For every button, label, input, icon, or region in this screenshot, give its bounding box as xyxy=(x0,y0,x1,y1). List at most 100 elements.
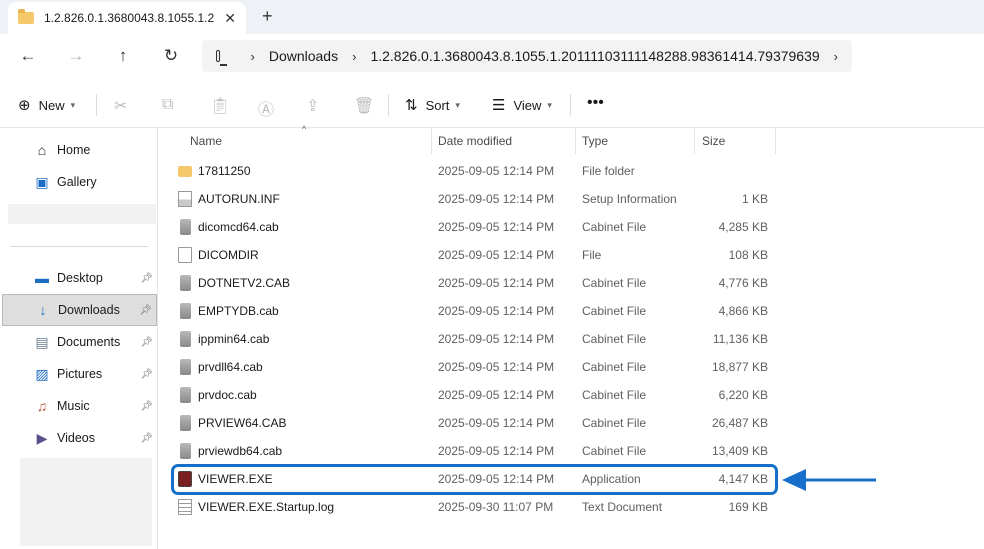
file-size: 6,220 KB xyxy=(718,388,768,402)
column-divider[interactable] xyxy=(775,128,776,154)
file-row[interactable]: PRVIEW64.CAB 2025-09-05 12:14 PM Cabinet F… xyxy=(170,409,776,437)
pin-icon[interactable]: 📌︎ xyxy=(140,337,153,348)
rename-icon[interactable]: Ⓐ xyxy=(258,96,274,120)
column-header-type[interactable]: Type xyxy=(582,128,692,154)
file-date-modified: 2025-09-05 12:14 PM xyxy=(438,304,555,318)
chevron-down-icon: ▾ xyxy=(455,99,460,110)
file-row[interactable]: DOTNETV2.CAB 2025-09-05 12:14 PM Cabinet F… xyxy=(170,269,776,297)
file-type: Cabinet File xyxy=(582,332,647,346)
sidebar-item-music[interactable]: ♫ Music 📌︎ xyxy=(2,390,157,422)
home-icon: ⌂ xyxy=(37,142,47,158)
sort-button[interactable]: ⇅ Sort ▾ xyxy=(405,96,460,114)
sidebar-item-gallery[interactable]: ▣ Gallery xyxy=(2,166,157,198)
file-type: Cabinet File xyxy=(582,304,647,318)
column-divider[interactable] xyxy=(694,128,695,154)
tab-current-folder[interactable]: 1.2.826.0.1.3680043.8.1055.1.20 ✕ xyxy=(8,2,246,34)
file-date-modified: 2025-09-30 11:07 PM xyxy=(438,500,554,514)
chevron-right-icon[interactable]: › xyxy=(250,49,254,64)
toolbar-divider xyxy=(570,94,571,116)
cabinet-file-icon xyxy=(180,415,191,431)
more-options-icon[interactable]: ••• xyxy=(587,94,604,112)
column-header-size[interactable]: Size xyxy=(702,128,772,154)
sidebar-item-label: Music xyxy=(57,399,90,413)
file-row[interactable]: dicomcd64.cab 2025-09-05 12:14 PM Cabinet … xyxy=(170,213,776,241)
blurred-items xyxy=(20,458,152,546)
up-arrow-icon[interactable]: ↑ xyxy=(111,44,135,68)
file-date-modified: 2025-09-05 12:14 PM xyxy=(438,164,555,178)
toolbar-divider xyxy=(96,94,97,116)
file-row[interactable]: prvdll64.cab 2025-09-05 12:14 PM Cabinet F… xyxy=(170,353,776,381)
file-row[interactable]: AUTORUN.INF 2025-09-05 12:14 PM Setup Info… xyxy=(170,185,776,213)
pin-icon[interactable]: 📌︎ xyxy=(139,305,152,316)
sidebar-item-home[interactable]: ⌂ Home xyxy=(2,134,157,166)
new-button[interactable]: ⊕ New ▾ xyxy=(18,96,75,114)
column-header-name[interactable]: Name xyxy=(190,128,430,154)
file-name: prvdoc.cab xyxy=(198,388,257,402)
file-name: ippmin64.cab xyxy=(198,332,270,346)
column-header-date-modified[interactable]: Date modified xyxy=(438,128,573,154)
view-button[interactable]: ☰ View ▾ xyxy=(492,96,552,114)
file-row[interactable]: prvdoc.cab 2025-09-05 12:14 PM Cabinet Fil… xyxy=(170,381,776,409)
breadcrumb-current-folder[interactable]: 1.2.826.0.1.3680043.8.1055.1.20111103111… xyxy=(370,48,819,64)
sidebar-divider xyxy=(10,246,148,247)
music-icon: ♫ xyxy=(36,398,48,414)
sidebar-item-downloads[interactable]: ↓ Downloads 📌︎ xyxy=(2,294,157,326)
cut-icon[interactable]: ✂ xyxy=(114,96,127,116)
file-row[interactable]: prviewdb64.cab 2025-09-05 12:14 PM Cabinet… xyxy=(170,437,776,465)
file-icon xyxy=(178,247,192,263)
gallery-icon: ▣ xyxy=(35,173,49,190)
file-size: 108 KB xyxy=(728,248,768,262)
breadcrumb-downloads[interactable]: Downloads xyxy=(269,48,338,64)
pin-icon[interactable]: 📌︎ xyxy=(140,273,153,284)
pin-icon[interactable]: 📌︎ xyxy=(140,401,153,412)
refresh-icon[interactable]: ↻ xyxy=(159,44,183,68)
highlight-box xyxy=(171,464,778,495)
folder-icon xyxy=(178,166,192,177)
file-date-modified: 2025-09-05 12:14 PM xyxy=(438,388,555,402)
share-icon[interactable]: ⇪ xyxy=(306,96,319,116)
sidebar-item-documents[interactable]: ▤ Documents 📌︎ xyxy=(2,326,157,358)
chevron-down-icon: ▾ xyxy=(70,99,76,110)
command-bar: ⊕ New ▾ ✂ ⧉ 📋︎ Ⓐ ⇪ 🗑︎ ⇅ Sort ▾ ☰ View ▾ … xyxy=(0,84,984,128)
file-size: 4,776 KB xyxy=(718,276,768,290)
cabinet-file-icon xyxy=(180,387,191,403)
pictures-icon: ▨ xyxy=(35,365,49,382)
file-date-modified: 2025-09-05 12:14 PM xyxy=(438,444,555,458)
file-type: Setup Information xyxy=(582,192,677,206)
file-row[interactable]: ippmin64.cab 2025-09-05 12:14 PM Cabinet F… xyxy=(170,325,776,353)
cabinet-file-icon xyxy=(180,275,191,291)
forward-arrow-icon[interactable]: → xyxy=(64,44,88,68)
address-bar[interactable]: › Downloads › 1.2.826.0.1.3680043.8.1055… xyxy=(202,40,852,72)
close-tab-icon[interactable]: ✕ xyxy=(224,10,236,27)
file-type: Text Document xyxy=(582,500,663,514)
file-type: File xyxy=(582,248,602,262)
file-row[interactable]: 17811250 2025-09-05 12:14 PM File folder xyxy=(170,157,776,185)
new-tab-icon[interactable]: + xyxy=(262,6,273,27)
view-list-icon: ☰ xyxy=(492,97,506,114)
paste-icon[interactable]: 📋︎ xyxy=(210,96,230,116)
chevron-right-icon[interactable]: › xyxy=(352,49,356,64)
file-name: VIEWER.EXE.Startup.log xyxy=(198,500,335,514)
file-row[interactable]: VIEWER.EXE.Startup.log 2025-09-30 11:07 P… xyxy=(170,493,776,521)
back-arrow-icon[interactable]: ← xyxy=(16,44,40,68)
documents-icon: ▤ xyxy=(35,333,49,350)
column-divider[interactable] xyxy=(431,128,432,154)
pin-icon[interactable]: 📌︎ xyxy=(140,433,153,444)
sidebar-item-videos[interactable]: ▶ Videos 📌︎ xyxy=(2,422,157,454)
chevron-right-icon[interactable]: › xyxy=(834,49,838,64)
file-name: dicomcd64.cab xyxy=(198,220,279,234)
file-date-modified: 2025-09-05 12:14 PM xyxy=(438,220,555,234)
file-date-modified: 2025-09-05 12:14 PM xyxy=(438,416,555,430)
column-divider[interactable] xyxy=(575,128,576,154)
sidebar-item-pictures[interactable]: ▨ Pictures 📌︎ xyxy=(2,358,157,390)
pin-icon[interactable]: 📌︎ xyxy=(140,369,153,380)
file-type: File folder xyxy=(582,164,635,178)
file-row[interactable]: EMPTYDB.cab 2025-09-05 12:14 PM Cabinet Fi… xyxy=(170,297,776,325)
sidebar-item-desktop[interactable]: ▬ Desktop 📌︎ xyxy=(2,262,157,294)
sidebar-item-label: Pictures xyxy=(57,367,103,381)
file-date-modified: 2025-09-05 12:14 PM xyxy=(438,192,555,206)
file-row[interactable]: DICOMDIR 2025-09-05 12:14 PM File 108 KB xyxy=(170,241,776,269)
videos-icon: ▶ xyxy=(36,429,48,446)
delete-icon[interactable]: 🗑︎ xyxy=(354,96,374,116)
copy-icon[interactable]: ⧉ xyxy=(162,96,173,114)
